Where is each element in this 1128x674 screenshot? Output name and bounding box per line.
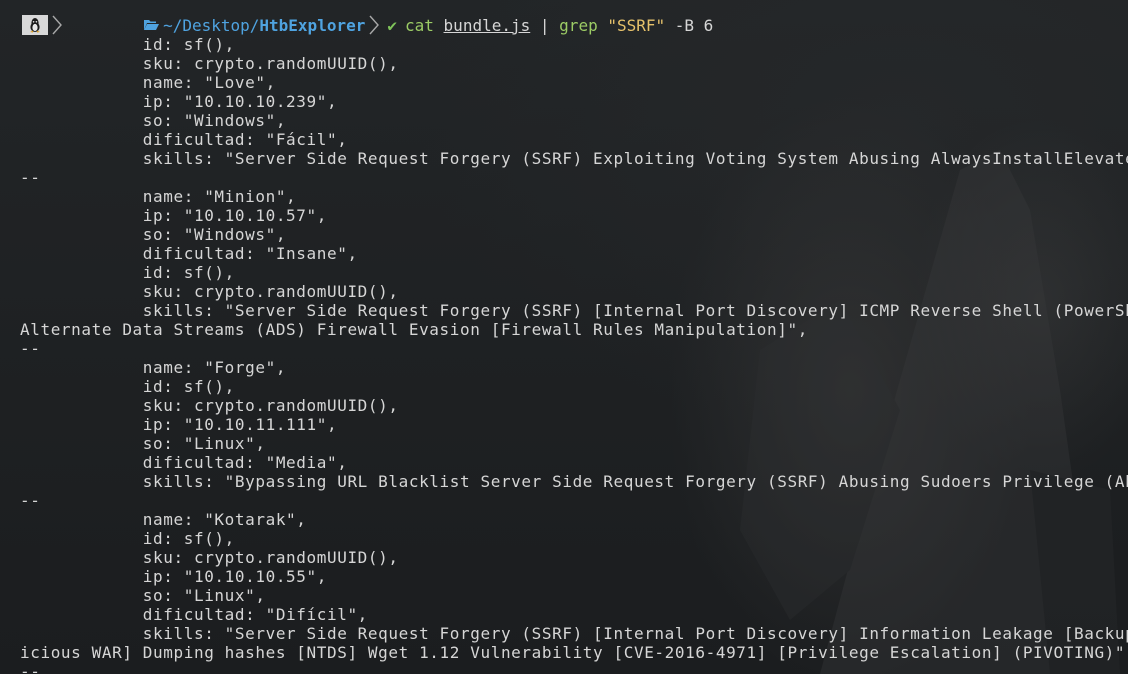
output-line: icious WAR] Dumping hashes [NTDS] Wget 1… (20, 643, 1128, 662)
output-line: dificultad: "Media", (20, 453, 348, 472)
output-line: dificultad: "Fácil", (20, 130, 348, 149)
output-line: so: "Linux", (20, 586, 266, 605)
output-line: name: "Minion", (20, 187, 297, 206)
path-current-dir: HtbExplorer (259, 15, 366, 35)
output-line: name: "Kotarak", (20, 510, 307, 529)
output-line: sku: crypto.randomUUID(), (20, 282, 399, 301)
output-line: name: "Love", (20, 73, 276, 92)
output-line: id: sf(), (20, 377, 235, 396)
output-line: dificultad: "Insane", (20, 244, 358, 263)
output-line: sku: crypto.randomUUID(), (20, 54, 399, 73)
terminal-output: id: sf(), sku: crypto.randomUUID(), name… (20, 35, 1128, 674)
command-bin: cat (405, 15, 434, 35)
linux-tux-icon (22, 15, 48, 35)
command-grep: grep (559, 15, 598, 35)
path-prefix: ~/Desktop/ (163, 15, 260, 35)
check-icon: ✔ (387, 15, 397, 35)
output-line: skills: "Bypassing URL Blacklist Server … (20, 472, 1128, 491)
terminal-window[interactable]: ~/Desktop/HtbExplorer ✔ cat bundle.js | … (0, 0, 1128, 674)
output-separator: -- (20, 339, 41, 358)
output-line: name: "Forge", (20, 358, 287, 377)
powerline-separator-icon (369, 15, 380, 35)
output-line: skills: "Server Side Request Forgery (SS… (20, 301, 1128, 320)
output-line: Alternate Data Streams (ADS) Firewall Ev… (20, 320, 808, 339)
output-line: sku: crypto.randomUUID(), (20, 548, 399, 567)
command-file-arg: bundle.js (443, 15, 531, 35)
output-line: id: sf(), (20, 35, 235, 54)
shell-prompt: ~/Desktop/HtbExplorer ✔ cat bundle.js | … (0, 14, 713, 36)
output-separator: -- (20, 168, 41, 187)
command-flags: -B 6 (674, 15, 714, 35)
output-separator: -- (20, 491, 41, 510)
output-line: so: "Windows", (20, 225, 287, 244)
output-line: id: sf(), (20, 529, 235, 548)
output-line: ip: "10.10.11.111", (20, 415, 338, 434)
output-line: ip: "10.10.10.239", (20, 92, 338, 111)
output-line: so: "Linux", (20, 434, 266, 453)
output-line: sku: crypto.randomUUID(), (20, 396, 399, 415)
command-pattern: "SSRF" (607, 15, 666, 35)
output-line: dificultad: "Difícil", (20, 605, 368, 624)
output-line: id: sf(), (20, 263, 235, 282)
output-separator: -- (20, 662, 41, 674)
output-line: so: "Windows", (20, 111, 287, 130)
output-line: ip: "10.10.10.57", (20, 206, 327, 225)
output-line: skills: "Server Side Request Forgery (SS… (20, 149, 1128, 168)
command-line[interactable]: cat bundle.js | grep "SSRF" -B 6 (405, 16, 713, 35)
command-pipe: | (539, 15, 550, 35)
output-line: ip: "10.10.10.55", (20, 567, 327, 586)
powerline-separator-icon (52, 15, 62, 35)
output-line: skills: "Server Side Request Forgery (SS… (20, 624, 1128, 643)
